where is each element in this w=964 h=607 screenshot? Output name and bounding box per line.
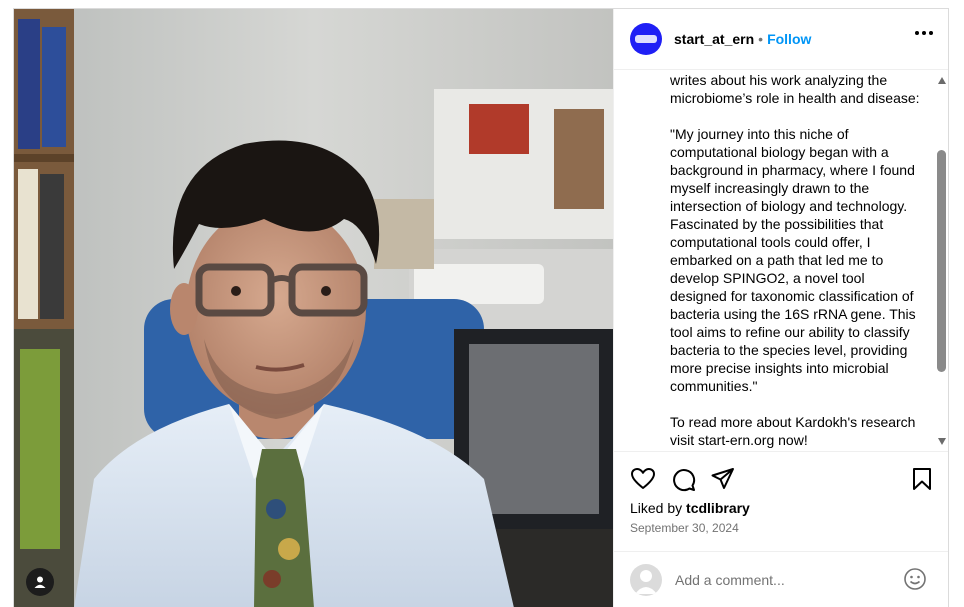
caption-line: writes about his work analyzing the [670, 72, 888, 88]
caption-line: develop SPINGO2, a novel tool [670, 270, 865, 286]
caption-line: computational biology began with a [670, 144, 889, 160]
post-image [14, 9, 613, 607]
heart-icon[interactable] [630, 466, 656, 492]
scrollbar-thumb[interactable] [937, 150, 946, 372]
caption-line: background in pharmacy, where I found [670, 162, 915, 178]
caption-line: bacteria using the 16S rRNA gene. This [670, 306, 916, 322]
caption-scroll-area[interactable]: writes about his work analyzing the micro… [614, 70, 948, 451]
bookmark-icon[interactable] [909, 466, 935, 492]
caption-line: designed for taxonomic classification of [670, 288, 914, 304]
header-separator: • [758, 31, 764, 47]
author-username[interactable]: start_at_ern [674, 31, 754, 47]
post-actions: Liked by tcdlibrary September 30, 2024 [614, 451, 948, 551]
post-header: start_at_ern • Follow [614, 9, 948, 70]
follow-button[interactable]: Follow [767, 31, 811, 47]
caption-line: Fascinated by the possibilities that [670, 216, 884, 232]
liked-user-link[interactable]: tcdlibrary [686, 500, 750, 516]
avatar-logo [635, 35, 657, 43]
emoji-smiley-icon[interactable] [903, 567, 927, 596]
caption-line: myself increasingly drawn to the [670, 180, 870, 196]
user-tag-icon [34, 576, 46, 588]
more-options-icon[interactable] [915, 31, 933, 35]
scroll-up-arrow-icon[interactable] [938, 77, 946, 84]
caption-line: microbiome’s role in health and disease: [670, 90, 920, 106]
post-details-panel: start_at_ern • Follow writes about his w… [613, 9, 948, 607]
current-user-avatar [630, 564, 662, 596]
likes-summary: Liked by tcdlibrary [630, 500, 750, 516]
paper-plane-icon[interactable] [710, 466, 736, 492]
caption-line: To read more about Kardokh's research [670, 414, 916, 430]
caption-line: tool aims to refine our ability to class… [670, 324, 910, 340]
post-caption: writes about his work analyzing the micro… [670, 71, 935, 449]
post-date[interactable]: September 30, 2024 [630, 521, 739, 535]
post-dialog: start_at_ern • Follow writes about his w… [13, 8, 949, 607]
caption-line: intersection of biology and technology. [670, 198, 908, 214]
caption-line: communities." [670, 378, 758, 394]
tagged-users-button[interactable] [26, 568, 54, 596]
caption-line: embarked on a path that led me to [670, 252, 884, 268]
caption-line: more precise insights into microbial [670, 360, 889, 376]
comment-bubble-icon[interactable] [670, 466, 696, 492]
caption-line: bacteria to the species level, providing [670, 342, 908, 358]
liked-prefix: Liked by [630, 500, 687, 516]
caption-scrollbar[interactable] [934, 70, 948, 451]
caption-line: computational tools could offer, I [670, 234, 871, 250]
post-photo [14, 9, 613, 607]
comment-input[interactable] [675, 572, 885, 588]
caption-line: "My journey into this niche of [670, 126, 849, 142]
caption-line: visit start-ern.org now! [670, 432, 808, 448]
comment-bar [614, 551, 948, 607]
scroll-down-arrow-icon[interactable] [938, 438, 946, 445]
author-avatar[interactable] [630, 23, 662, 55]
